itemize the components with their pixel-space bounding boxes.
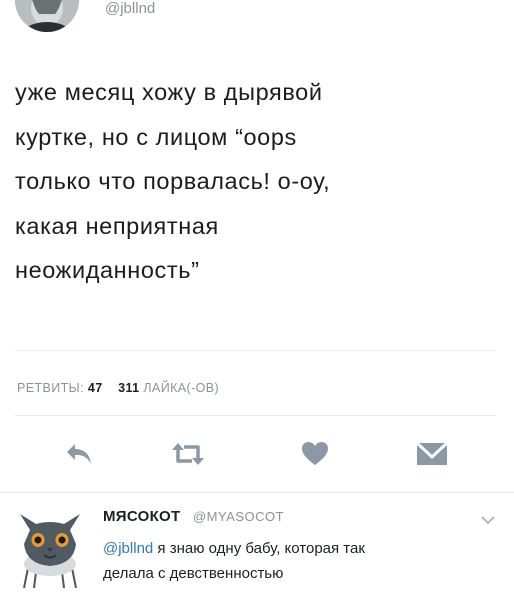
heart-icon bbox=[301, 441, 329, 467]
tweet-text-line: уже месяц хожу в дырявой bbox=[15, 79, 323, 105]
likes-count[interactable]: 311 bbox=[118, 381, 139, 395]
cat-avatar bbox=[14, 514, 86, 592]
envelope-icon bbox=[416, 441, 448, 467]
reply-button[interactable] bbox=[59, 438, 99, 470]
tweet-text-line: неожиданность” bbox=[15, 257, 200, 283]
reply-menu-button[interactable] bbox=[480, 512, 496, 530]
divider bbox=[15, 350, 496, 351]
author-handle[interactable]: @jbllnd bbox=[105, 0, 155, 17]
retweets-count[interactable]: 47 bbox=[88, 381, 103, 395]
tweet-text-line: какая неприятная bbox=[15, 212, 219, 239]
tweet-text-line: куртке, но с лицом “oops bbox=[15, 123, 297, 150]
tweet-text: уже месяц хожу в дырявой куртке, но с ли… bbox=[15, 70, 495, 293]
author-avatar[interactable] bbox=[15, 0, 79, 32]
divider bbox=[0, 492, 514, 493]
reply-text: @jbllnd я знаю одну бабу, которая так де… bbox=[103, 536, 503, 586]
reply-avatar[interactable] bbox=[14, 500, 86, 589]
chevron-down-icon bbox=[480, 512, 496, 529]
retweet-icon bbox=[170, 441, 206, 467]
retweets-label: РЕТВИТЫ: bbox=[17, 381, 85, 395]
like-button[interactable] bbox=[295, 438, 335, 470]
tweet-text-line: только что порвалась! о-оу, bbox=[15, 168, 331, 194]
divider bbox=[15, 415, 496, 416]
reply-handle[interactable]: @MYASOCOT bbox=[193, 509, 284, 524]
reply-display-name[interactable]: МЯСОКОТ bbox=[103, 508, 181, 525]
reply-icon bbox=[64, 441, 94, 467]
reply-mention-link[interactable]: @jbllnd bbox=[103, 540, 153, 557]
reply-text-line: я знаю одну бабу, которая так bbox=[153, 540, 365, 557]
likes-label: ЛАЙКА(-ОВ) bbox=[143, 381, 220, 395]
direct-message-button[interactable] bbox=[412, 438, 452, 470]
reply-header: МЯСОКОТ @MYASOCOT bbox=[103, 508, 284, 526]
reply-text-line: делала с девственностью bbox=[103, 565, 284, 582]
tweet-stats: РЕТВИТЫ: 47 311 ЛАЙКА(-ОВ) bbox=[17, 381, 219, 395]
retweet-button[interactable] bbox=[168, 438, 208, 470]
